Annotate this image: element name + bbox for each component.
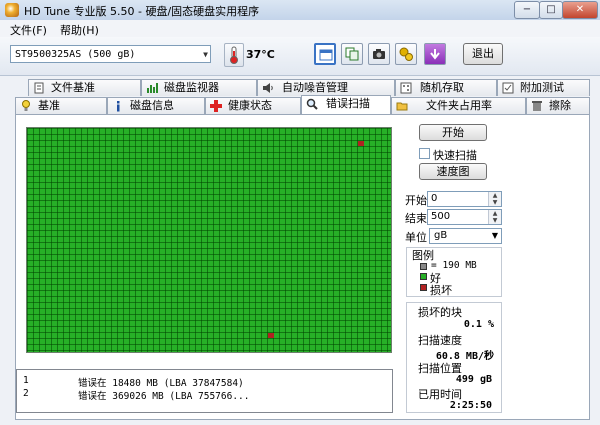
health-icon: [210, 100, 222, 112]
legend-good-swatch: [420, 273, 427, 280]
tab-row-top: 文件基准 磁盘监视器 自动噪音管理 随机存取 附加测试: [15, 79, 590, 96]
end-spinbox-value: 500: [431, 211, 451, 222]
unit-label: 单位: [405, 231, 427, 244]
tab-row-bottom: 基准 磁盘信息 健康状态 错误扫描 文件夹占用率 擦除: [15, 95, 590, 114]
error-log-list[interactable]: 1 错误在 18480 MB (LBA 37847584) 2 错误在 3690…: [16, 369, 393, 413]
folder-icon: [396, 102, 408, 111]
bad-block: [358, 141, 364, 146]
tab-disk-info[interactable]: 磁盘信息: [107, 97, 205, 114]
benchmark-icon: [22, 100, 30, 111]
thermometer-icon: [224, 43, 244, 67]
tab-error-scan[interactable]: 错误扫描: [301, 95, 391, 114]
damaged-blocks-value: 0.1 %: [463, 319, 494, 330]
scan-position-value: 499 gB: [455, 374, 492, 385]
window-icon: [319, 49, 333, 61]
error-scan-icon: [306, 98, 318, 110]
erase-icon: [532, 101, 542, 111]
speaker-icon: [263, 83, 273, 93]
end-spinbox[interactable]: 500 ▲ ▼: [427, 209, 502, 225]
unit-select[interactable]: gB ▼: [429, 228, 502, 244]
legend-bad-swatch: [420, 284, 427, 291]
file-benchmark-icon: [34, 82, 44, 94]
scan-speed-label: 扫描速度: [418, 334, 462, 347]
copy-button[interactable]: [341, 43, 363, 65]
tab-file-benchmark[interactable]: 文件基准: [28, 79, 141, 96]
window-title: HD Tune 专业版 5.50 - 硬盘/固态硬盘实用程序: [24, 5, 260, 18]
start-spinbox-value: 0: [431, 193, 438, 204]
quick-scan-label: 快速扫描: [433, 149, 477, 162]
tab-benchmark[interactable]: 基准: [15, 97, 107, 114]
random-access-icon: [400, 82, 412, 94]
drive-select[interactable]: ST9500325AS (500 gB) ▼: [10, 45, 211, 63]
exit-button[interactable]: 退出: [463, 43, 503, 65]
chevron-down-icon: ▼: [491, 231, 498, 240]
disk-monitor-icon: [147, 83, 158, 93]
options-button[interactable]: [395, 43, 417, 65]
temperature-readout: 37°C: [246, 48, 275, 61]
close-button[interactable]: ✕: [562, 1, 598, 19]
tab-health[interactable]: 健康状态: [205, 97, 301, 114]
tab-random-access[interactable]: 随机存取: [395, 79, 497, 96]
camera-icon: [373, 49, 385, 59]
tab-disk-monitor[interactable]: 磁盘监视器: [141, 79, 257, 96]
drive-select-value: ST9500325AS (500 gB): [15, 49, 136, 60]
start-button[interactable]: 开始: [419, 124, 487, 141]
tab-erase[interactable]: 擦除: [526, 97, 590, 114]
legend-unit-swatch: [420, 263, 427, 270]
menu-file[interactable]: 文件(F): [10, 22, 47, 38]
tab-extra-tests[interactable]: 附加测试: [497, 79, 590, 96]
bad-block: [268, 333, 274, 338]
copy-icon: [345, 47, 359, 61]
screenshot-button[interactable]: [368, 43, 390, 65]
start-spinbox[interactable]: 0 ▲ ▼: [427, 191, 502, 207]
minimize-button[interactable]: −: [514, 1, 540, 19]
start-label: 开始: [405, 194, 427, 207]
speed-map-button[interactable]: 速度图: [419, 163, 487, 180]
unit-select-value: gB: [434, 230, 448, 241]
maximize-button[interactable]: □: [539, 1, 563, 19]
info-icon: [117, 101, 120, 112]
app-icon: [5, 3, 19, 17]
menu-bar: 文件(F) 帮助(H): [0, 20, 600, 38]
save-icon: [430, 49, 440, 60]
legend-bad-label: 损坏: [430, 284, 452, 297]
elapsed-time-value: 2:25:50: [449, 400, 492, 411]
damaged-blocks-label: 损坏的块: [418, 306, 462, 319]
save-button[interactable]: [424, 43, 446, 65]
extra-tests-icon: [502, 82, 514, 94]
scan-block-map: [26, 127, 392, 353]
menu-help[interactable]: 帮助(H): [60, 22, 99, 38]
end-label: 结束: [405, 212, 427, 225]
spinner-arrows-icon[interactable]: ▲ ▼: [488, 210, 501, 224]
tab-noise-management[interactable]: 自动噪音管理: [257, 79, 395, 96]
spinner-arrows-icon[interactable]: ▲ ▼: [488, 192, 501, 206]
hdtune-window: HD Tune 专业版 5.50 - 硬盘/固态硬盘实用程序 − □ ✕ 文件(…: [0, 0, 600, 425]
tab-folder-usage[interactable]: 文件夹占用率: [391, 97, 526, 114]
title-bar[interactable]: HD Tune 专业版 5.50 - 硬盘/固态硬盘实用程序 − □ ✕: [0, 0, 600, 20]
window-button[interactable]: [314, 43, 336, 65]
quick-scan-checkbox[interactable]: [419, 148, 430, 159]
options-icon: [399, 47, 413, 61]
chevron-down-icon: ▼: [203, 50, 208, 59]
